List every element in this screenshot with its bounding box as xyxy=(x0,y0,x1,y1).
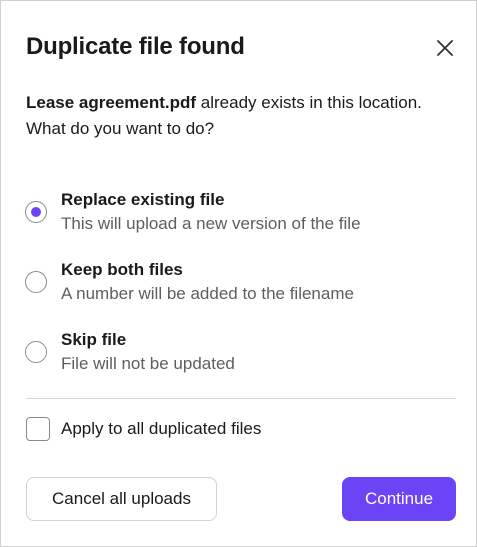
dialog-title: Duplicate file found xyxy=(26,33,245,60)
dialog-message: Lease agreement.pdf already exists in th… xyxy=(26,90,426,141)
divider xyxy=(26,398,456,399)
continue-button[interactable]: Continue xyxy=(342,477,456,521)
radio-keep-both[interactable] xyxy=(25,271,47,293)
option-skip-file[interactable]: Skip file File will not be updated xyxy=(25,330,445,380)
option-title: Replace existing file xyxy=(61,190,225,209)
apply-to-all-label: Apply to all duplicated files xyxy=(61,419,262,438)
option-title: Keep both files xyxy=(61,260,183,279)
option-keep-both-files[interactable]: Keep both files A number will be added t… xyxy=(25,260,445,310)
apply-to-all-checkbox[interactable] xyxy=(26,417,50,441)
option-description: A number will be added to the filename xyxy=(61,284,354,303)
apply-to-all-row[interactable]: Apply to all duplicated files xyxy=(26,417,326,443)
radio-replace-selected[interactable] xyxy=(25,201,47,223)
option-description: This will upload a new version of the fi… xyxy=(61,214,361,233)
cancel-all-uploads-button[interactable]: Cancel all uploads xyxy=(26,477,217,521)
duplicate-filename: Lease agreement.pdf xyxy=(26,93,197,112)
option-title: Skip file xyxy=(61,330,127,349)
close-button[interactable] xyxy=(433,36,457,60)
close-icon xyxy=(437,40,453,56)
message-question: What do you want to do? xyxy=(26,118,215,138)
radio-skip-file[interactable] xyxy=(25,341,47,363)
option-description: File will not be updated xyxy=(61,354,235,373)
duplicate-file-dialog: Duplicate file found Lease agreement.pdf… xyxy=(0,0,477,547)
option-replace-existing-file[interactable]: Replace existing file This will upload a… xyxy=(25,190,445,240)
message-text: already exists in this location. xyxy=(196,93,422,112)
